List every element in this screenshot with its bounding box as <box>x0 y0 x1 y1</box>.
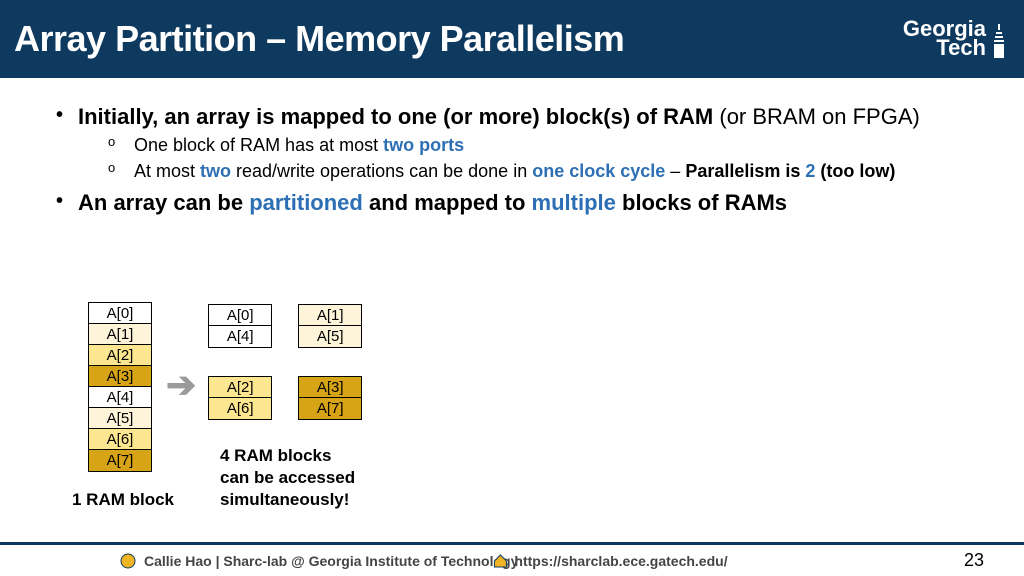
cell: A[7] <box>89 450 151 471</box>
slide-header: Array Partition – Memory Parallelism Geo… <box>0 0 1024 78</box>
cell: A[2] <box>89 345 151 366</box>
sub-bullet-1a: One block of RAM has at most two ports <box>108 132 988 158</box>
cell: A[1] <box>89 324 151 345</box>
footer-url: https://sharclab.ece.gatech.edu/ <box>514 553 727 569</box>
cell: A[3] <box>299 377 361 398</box>
page-number: 23 <box>964 550 984 571</box>
cell: A[4] <box>209 326 271 347</box>
ram-block-2: A[2] A[6] <box>208 376 272 420</box>
ram-block-0: A[0] A[4] <box>208 304 272 348</box>
label-1-ram: 1 RAM block <box>72 490 174 510</box>
ram-block-3: A[3] A[7] <box>298 376 362 420</box>
ram-blocks-partitioned: A[0] A[4] A[1] A[5] A[2] A[6] A[3] A[7] <box>208 304 362 420</box>
arrow-icon: ➔ <box>166 364 196 406</box>
cell: A[6] <box>89 429 151 450</box>
footer-author: Callie Hao | Sharc-lab @ Georgia Institu… <box>144 553 518 569</box>
cell: A[0] <box>89 303 151 324</box>
cell: A[1] <box>299 305 361 326</box>
home-icon <box>492 553 508 569</box>
ram-block-1: A[1] A[5] <box>298 304 362 348</box>
sub-bullet-1b: At most two read/write operations can be… <box>108 158 988 184</box>
tower-icon <box>992 24 1006 58</box>
label-4-ram: 4 RAM blocks can be accessed simultaneou… <box>220 445 355 511</box>
slide-body: Initially, an array is mapped to one (or… <box>0 78 1024 218</box>
cell: A[7] <box>299 398 361 419</box>
cell: A[3] <box>89 366 151 387</box>
cell: A[0] <box>209 305 271 326</box>
slide-title: Array Partition – Memory Parallelism <box>14 18 624 60</box>
slide-footer: Callie Hao | Sharc-lab @ Georgia Institu… <box>0 542 1024 576</box>
cell: A[5] <box>89 408 151 429</box>
cell: A[6] <box>209 398 271 419</box>
ram-block-single: A[0] A[1] A[2] A[3] A[4] A[5] A[6] A[7] <box>88 302 152 472</box>
gatech-logo: Georgia Tech <box>903 20 1006 57</box>
buzz-icon <box>120 553 136 569</box>
logo-line2: Tech <box>936 39 986 58</box>
cell: A[5] <box>299 326 361 347</box>
cell: A[4] <box>89 387 151 408</box>
bullet-2: An array can be partitioned and mapped t… <box>56 188 988 218</box>
cell: A[2] <box>209 377 271 398</box>
bullet-1: Initially, an array is mapped to one (or… <box>56 102 988 184</box>
